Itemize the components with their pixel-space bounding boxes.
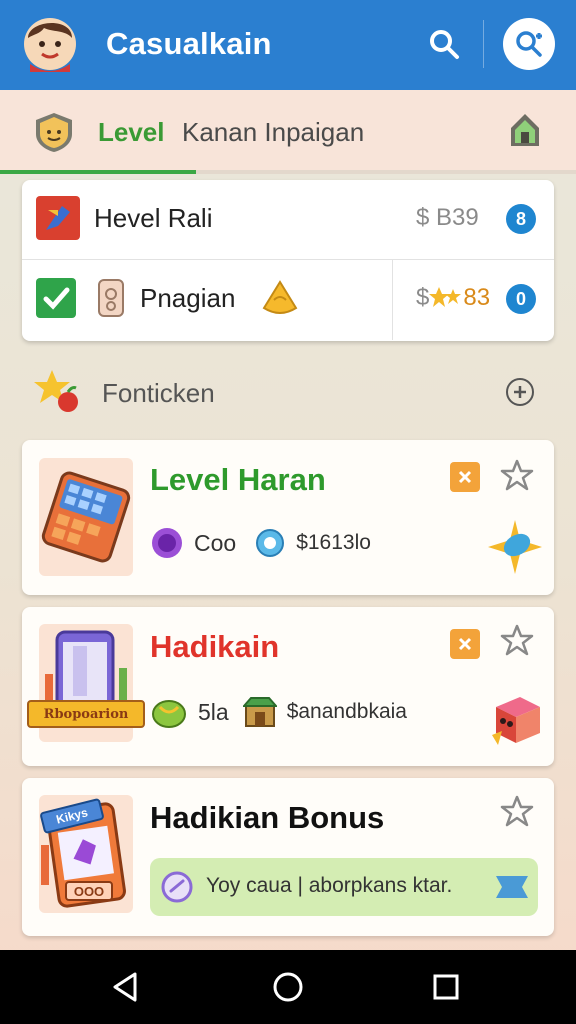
quest-meta: Coo $1613lo [150, 526, 371, 560]
level-subtitle: Kanan Inpaigan [182, 117, 365, 147]
quest-thumb-counter: OOO [65, 881, 113, 901]
quest-thumb-ribbon: Rbopoarion [27, 700, 145, 728]
quest-title: Hadikian Bonus [150, 800, 385, 835]
star-fruit-icon [34, 366, 84, 416]
dismiss-button[interactable] [450, 462, 480, 492]
close-icon [458, 470, 472, 484]
bonus-text: Yoy caua | aborpkans ktar. [206, 874, 453, 897]
row-divider [392, 260, 393, 340]
quest-title: Hadikain [150, 629, 280, 664]
favorite-button[interactable] [500, 458, 534, 492]
quest-thumbnail: Kikys OOO [39, 795, 133, 913]
quest-card[interactable]: Rbopoarion Hadikain 5la $anandbkaia [22, 607, 554, 766]
quest-meta: 5la $anandbkaia [150, 695, 407, 729]
home-icon[interactable] [508, 110, 542, 150]
star-icon [500, 459, 534, 491]
melon-icon [152, 700, 186, 728]
level-progress-bar [0, 170, 576, 174]
app-tile-icon [36, 196, 80, 240]
quest-meta-label: 5la [198, 698, 229, 725]
section-title: Fonticken [102, 378, 215, 408]
summary-row-label: Pnagian [140, 283, 236, 313]
add-icon [514, 386, 526, 398]
robot-icon [486, 691, 544, 749]
phone-icon [96, 278, 126, 322]
favorite-button[interactable] [500, 794, 534, 828]
quest-thumb-counter-text: OOO [73, 883, 105, 899]
section-more-button[interactable] [506, 378, 534, 406]
back-icon [113, 972, 137, 1002]
quest-title: Level Haran [150, 462, 326, 497]
star-icon [500, 795, 534, 827]
home-circle-icon [273, 972, 303, 1002]
search-plus-button[interactable] [503, 18, 555, 70]
search-plus-icon [516, 31, 542, 57]
app-title: Casualkain [106, 26, 272, 61]
summary-row-label: Hevel Rali [94, 203, 213, 233]
summary-row-amount-tail: 83 [463, 284, 491, 311]
quest-thumb-tag-text: Kikys [54, 805, 90, 827]
summary-row-count: 8 [506, 204, 536, 234]
chat-bubble-icon [161, 871, 193, 903]
back-button[interactable] [107, 968, 145, 1006]
star-icon [500, 624, 534, 656]
search-button[interactable] [424, 24, 464, 64]
quest-thumbnail: Rbopoarion [27, 624, 145, 742]
quest-thumb-ribbon-text: Rbopoarion [43, 706, 129, 722]
quest-price: $1613lo [296, 531, 371, 554]
quest-price: $anandbkaia [286, 700, 407, 723]
system-nav-bar [0, 950, 576, 1024]
quest-card[interactable]: Kikys OOO Hadikian Bonus Yoy caua | abor… [22, 778, 554, 936]
avatar[interactable] [22, 12, 78, 72]
checkbox-icon[interactable] [36, 278, 80, 322]
summary-row[interactable]: Pnagian $ 83 0 [22, 260, 554, 340]
recents-button[interactable] [427, 968, 465, 1006]
summary-row[interactable]: Hevel Rali $ B39 8 [22, 180, 554, 260]
favorite-button[interactable] [500, 623, 534, 657]
purple-orb-icon [152, 528, 182, 558]
appbar-divider [483, 20, 484, 68]
search-icon [430, 30, 459, 59]
shop-icon [242, 697, 277, 727]
summary-row-amount: $ B39 [416, 204, 479, 231]
recents-icon [433, 974, 459, 1000]
shield-icon [32, 110, 76, 154]
app-bar: Casualkain [0, 0, 576, 90]
bonus-banner[interactable]: Yoy caua | aborpkans ktar. [150, 858, 538, 916]
summary-row-count: 0 [506, 284, 536, 314]
ribbon-icon [496, 876, 528, 898]
home-nav-button[interactable] [269, 968, 307, 1006]
gear-badge-icon [256, 529, 285, 557]
summary-row-amount: $ [416, 284, 430, 311]
star-cluster-icon [429, 287, 462, 307]
level-label: Level [98, 117, 165, 147]
compass-icon [486, 518, 544, 576]
quest-thumbnail [39, 458, 133, 576]
summary-card: Hevel Rali $ B39 8 Pnagian $ 83 0 [22, 180, 554, 341]
dismiss-button[interactable] [450, 629, 480, 659]
close-icon [458, 637, 472, 651]
level-progress-fill [0, 170, 196, 174]
gold-gem-icon [260, 278, 304, 322]
quest-card[interactable]: Level Haran Coo $1613lo [22, 440, 554, 595]
quest-meta-label: Coo [194, 529, 237, 556]
summary-row-amount-group: $ 83 [416, 284, 490, 312]
